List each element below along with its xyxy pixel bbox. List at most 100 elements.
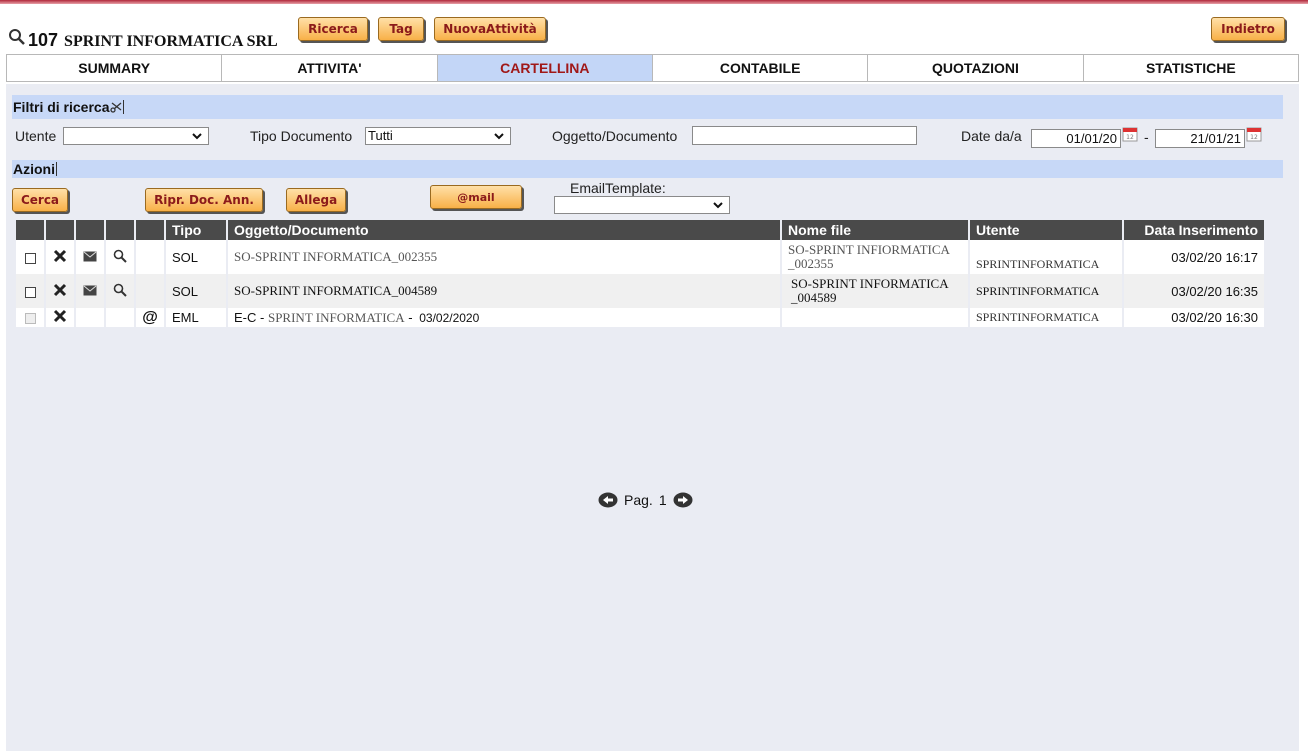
- cell-data: 03/02/20 16:17: [1123, 240, 1266, 274]
- mail-icon[interactable]: [83, 251, 97, 262]
- actions-header: Azioni: [12, 160, 1283, 178]
- date-separator: -: [1144, 129, 1149, 145]
- chevron-down-icon: [192, 133, 202, 140]
- mail-cell: [75, 274, 106, 308]
- tipo-documento-value: Tutti: [368, 128, 393, 143]
- delete-icon[interactable]: [53, 249, 67, 263]
- date-from-input[interactable]: 01/01/20: [1031, 129, 1121, 148]
- tab-cartellina[interactable]: CARTELLINA: [437, 55, 653, 81]
- mail-cell: [75, 240, 106, 274]
- tab-contabile[interactable]: CONTABILE: [653, 55, 869, 81]
- cell-tipo: SOL: [165, 274, 228, 308]
- col-nome-file: Nome file: [781, 220, 970, 240]
- svg-text:12: 12: [1250, 134, 1258, 141]
- tab-bar: SUMMARY ATTIVITA' CARTELLINA CONTABILE Q…: [6, 54, 1299, 82]
- oggetto-label: Oggetto/Documento: [552, 128, 678, 144]
- delete-icon[interactable]: [53, 309, 67, 323]
- tab-summary[interactable]: SUMMARY: [7, 55, 223, 81]
- email-template-select[interactable]: [554, 196, 730, 214]
- table-row: SOL SO-SPRINT INFORMATICA_004589 SO-SPRI…: [16, 274, 1266, 308]
- nome-file-line-2: _002355: [788, 256, 834, 271]
- cell-tipo: SOL: [165, 240, 228, 274]
- cell-nome-file[interactable]: SO-SPRINT INFIORMATICA _002355: [781, 240, 970, 274]
- calendar-icon[interactable]: 12: [1122, 126, 1138, 142]
- col-email-type: [135, 220, 166, 240]
- date-to-input[interactable]: 21/01/21: [1155, 129, 1245, 148]
- magnify-icon[interactable]: [113, 249, 127, 263]
- pager: Pag. 1: [598, 492, 693, 508]
- email-button[interactable]: @mail: [430, 185, 522, 209]
- mail-icon[interactable]: [83, 285, 97, 296]
- cell-oggetto[interactable]: E-C - SPRINT INFORMATICA - 03/02/2020: [227, 308, 782, 327]
- view-cell: [105, 240, 136, 274]
- svg-text:12: 12: [1126, 134, 1134, 141]
- cell-tipo: EML: [165, 308, 228, 327]
- company-name: SPRINT INFORMATICA SRL: [64, 33, 278, 50]
- oggetto-input[interactable]: [692, 126, 917, 145]
- nome-file-line-2: _004589: [791, 290, 837, 305]
- cell-nome-file: [781, 308, 970, 327]
- chevron-down-icon: [494, 133, 504, 140]
- text-caret: [56, 162, 57, 176]
- cell-utente: SPRINTINFORMATICA: [969, 240, 1124, 274]
- col-data: Data Inserimento: [1123, 220, 1266, 240]
- mail-cell: [75, 308, 106, 327]
- view-cell: [105, 274, 136, 308]
- oggetto-sep: -: [408, 309, 413, 325]
- cell-utente: SPRINTINFORMATICA: [969, 274, 1124, 308]
- oggetto-date: 03/02/2020: [416, 310, 483, 325]
- cerca-button[interactable]: Cerca: [12, 188, 68, 212]
- date-label: Date da/a: [961, 128, 1022, 144]
- row-checkbox[interactable]: [24, 286, 36, 298]
- nuova-attivita-button[interactable]: NuovaAttività: [434, 17, 546, 41]
- utente-select[interactable]: [63, 127, 209, 145]
- col-mail: [75, 220, 106, 240]
- email-type-cell: [135, 274, 166, 308]
- search-icon: [9, 29, 25, 45]
- delete-cell: [45, 240, 76, 274]
- allega-button[interactable]: Allega: [286, 188, 346, 212]
- cell-oggetto[interactable]: SO-SPRINT INFORMATICA_002355: [227, 240, 782, 274]
- at-icon: @: [142, 308, 158, 326]
- cell-data: 03/02/20 16:35: [1123, 274, 1266, 308]
- email-type-cell: [135, 240, 166, 274]
- cell-oggetto[interactable]: SO-SPRINT INFORMATICA_004589: [227, 274, 782, 308]
- delete-icon[interactable]: [53, 283, 67, 297]
- tab-quotazioni[interactable]: QUOTAZIONI: [868, 55, 1084, 81]
- row-checkbox[interactable]: [24, 313, 36, 325]
- top-border-line: [0, 0, 1308, 4]
- table-header-row: Tipo Oggetto/Documento Nome file Utente …: [16, 220, 1266, 240]
- magnify-icon[interactable]: [113, 283, 127, 297]
- cell-utente: SPRINTINFORMATICA: [969, 308, 1124, 327]
- cell-nome-file[interactable]: SO-SPRINT INFORMATICA _004589: [781, 274, 970, 308]
- nome-file-line-1: SO-SPRINT INFIORMATICA: [788, 242, 950, 257]
- col-view: [105, 220, 136, 240]
- delete-cell: [45, 274, 76, 308]
- nome-file-line-1: SO-SPRINT INFORMATICA: [791, 276, 949, 291]
- indietro-button[interactable]: Indietro: [1211, 17, 1285, 41]
- tab-attivita[interactable]: ATTIVITA': [222, 55, 438, 81]
- tag-button[interactable]: Tag: [378, 17, 424, 41]
- col-select: [16, 220, 46, 240]
- view-cell: [105, 308, 136, 327]
- page-label: Pag.: [624, 492, 653, 508]
- actions-title: Azioni: [13, 161, 55, 177]
- col-oggetto: Oggetto/Documento: [227, 220, 782, 240]
- cell-data: 03/02/20 16:30: [1123, 308, 1266, 327]
- next-page-icon[interactable]: [673, 492, 693, 508]
- ripr-doc-ann-button[interactable]: Ripr. Doc. Ann.: [145, 188, 263, 212]
- prev-page-icon[interactable]: [598, 492, 618, 508]
- calendar-icon[interactable]: 12: [1246, 126, 1262, 142]
- email-template-label: EmailTemplate:: [570, 180, 666, 196]
- ricerca-button[interactable]: Ricerca: [298, 17, 368, 41]
- row-checkbox-cell: [16, 240, 46, 274]
- tab-statistiche[interactable]: STATISTICHE: [1084, 55, 1298, 81]
- company-id: 107: [28, 30, 59, 50]
- col-tipo: Tipo: [165, 220, 228, 240]
- scissors-icon[interactable]: [110, 101, 122, 113]
- page-number: 1: [658, 492, 667, 508]
- row-checkbox[interactable]: [24, 252, 36, 264]
- delete-cell: [45, 308, 76, 327]
- tipo-documento-select[interactable]: Tutti: [365, 127, 511, 145]
- tipo-documento-label: Tipo Documento: [250, 128, 353, 144]
